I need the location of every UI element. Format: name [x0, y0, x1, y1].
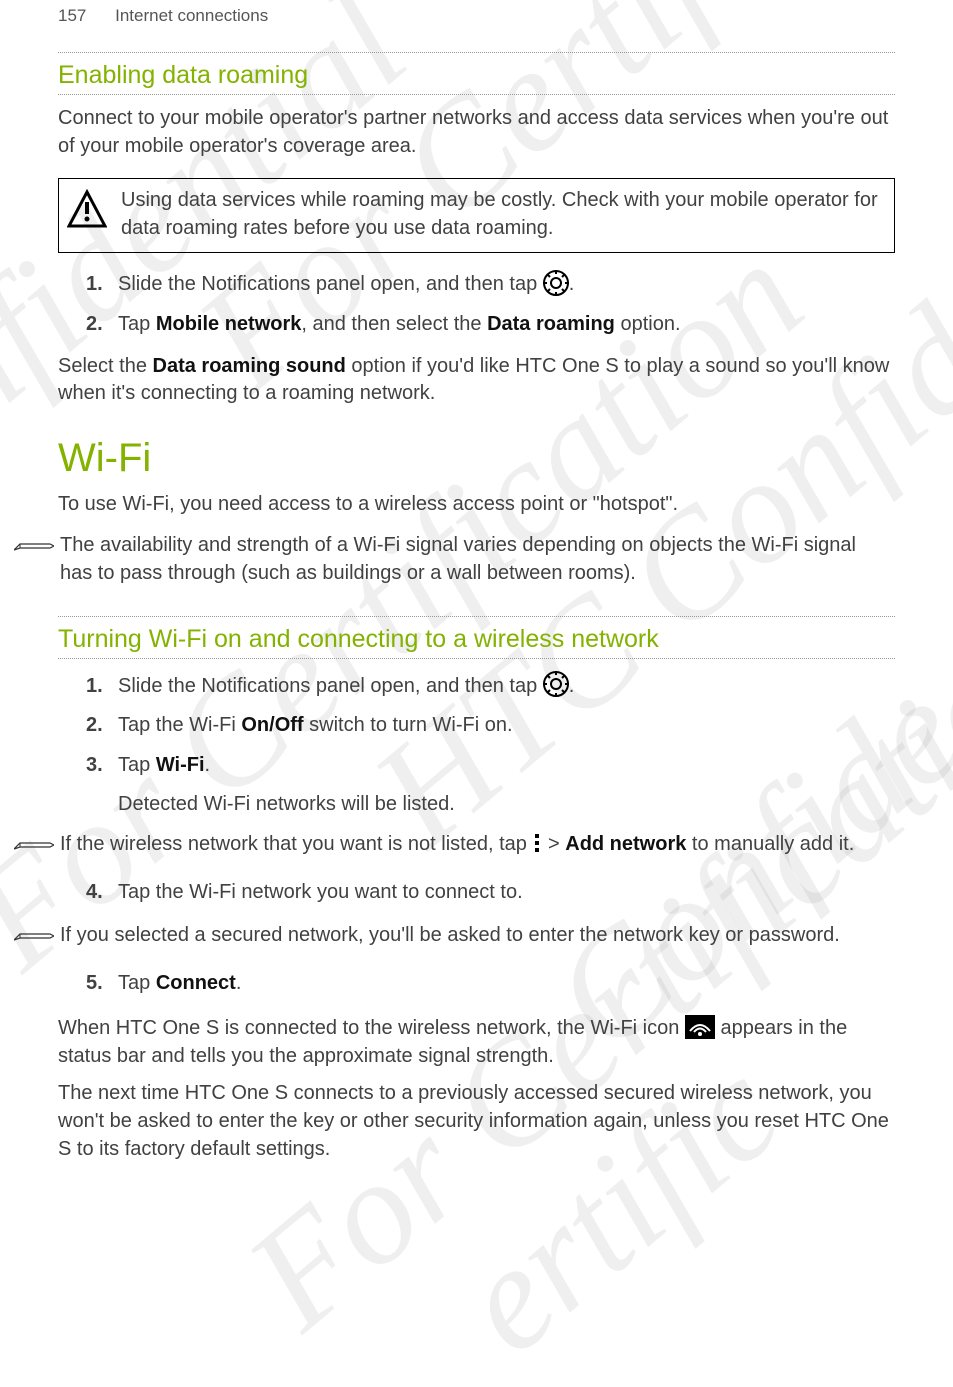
note-callout: If the wireless network that you want is…	[50, 827, 895, 865]
step-item: 2. Tap the Wi-Fi On/Off switch to turn W…	[86, 712, 895, 740]
wifi-signal-icon	[685, 1015, 715, 1039]
wifi-steps-cont2: 5. Tap Connect.	[86, 970, 895, 998]
divider	[58, 658, 895, 659]
pencil-icon	[14, 924, 54, 942]
step-item: 1. Slide the Notifications panel open, a…	[86, 673, 895, 701]
wifi-title: Wi-Fi	[58, 436, 895, 481]
roaming-intro: Connect to your mobile operator's partne…	[58, 105, 895, 160]
page-section: Internet connections	[115, 6, 268, 25]
settings-gear-icon	[543, 671, 569, 697]
roaming-title: Enabling data roaming	[58, 53, 895, 92]
wifi-outro2: The next time HTC One S connects to a pr…	[58, 1080, 895, 1163]
wifi-intro: To use Wi-Fi, you need access to a wirel…	[58, 491, 895, 519]
step-item: 5. Tap Connect.	[86, 970, 895, 998]
note-callout: If you selected a secured network, you'l…	[50, 918, 895, 956]
page-header: 157 Internet connections	[58, 6, 895, 26]
wifi-steps-cont: 4. Tap the Wi-Fi network you want to con…	[86, 879, 895, 907]
note-text: The availability and strength of a Wi-Fi…	[60, 534, 856, 584]
pencil-icon	[14, 833, 54, 851]
roaming-outro: Select the Data roaming sound option if …	[58, 353, 895, 408]
note-text: If the wireless network that you want is…	[60, 833, 854, 855]
wifi-outro1: When HTC One S is connected to the wirel…	[58, 1015, 895, 1070]
warning-icon	[67, 189, 107, 229]
divider	[58, 94, 895, 95]
overflow-menu-icon	[532, 832, 542, 854]
pencil-icon	[14, 534, 54, 552]
settings-gear-icon	[543, 270, 569, 296]
warning-callout: Using data services while roaming may be…	[58, 178, 895, 253]
step-item: 4. Tap the Wi-Fi network you want to con…	[86, 879, 895, 907]
note-callout: The availability and strength of a Wi-Fi…	[50, 528, 895, 593]
step-detail: Detected Wi-Fi networks will be listed.	[118, 791, 895, 819]
warning-text: Using data services while roaming may be…	[121, 189, 878, 239]
note-text: If you selected a secured network, you'l…	[60, 924, 840, 946]
page-number: 157	[58, 6, 86, 25]
step-item: 2. Tap Mobile network, and then select t…	[86, 311, 895, 339]
roaming-steps: 1. Slide the Notifications panel open, a…	[86, 271, 895, 338]
step-item: 3. Tap Wi-Fi.	[86, 752, 895, 780]
step-item: 1. Slide the Notifications panel open, a…	[86, 271, 895, 299]
wifi-steps: 1. Slide the Notifications panel open, a…	[86, 673, 895, 780]
wifi-subtitle: Turning Wi-Fi on and connecting to a wir…	[58, 617, 895, 656]
